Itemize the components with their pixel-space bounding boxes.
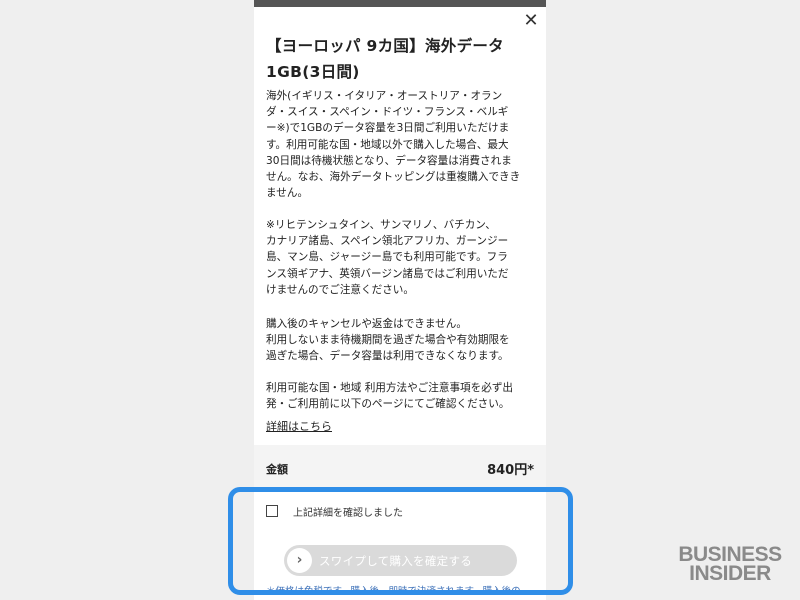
screen: ✕ 【ヨーロッパ 9カ国】海外データ 1GB(3日間) 海外(イギリス・イタリア… xyxy=(0,0,800,600)
highlight-annotation xyxy=(228,487,573,595)
logo-line-2: INSIDER xyxy=(689,562,771,585)
notice-text: 利用可能な国・地域 利用方法やご注意事項を必ず出 発・ご利用前に以下のページにて… xyxy=(266,382,514,411)
cancel-policy-text: 購入後のキャンセルや返金はできません。 利用しないまま待機期間を過ぎた場合や有効… xyxy=(266,318,510,363)
price-row: 金額 840円* xyxy=(254,445,546,490)
modal-title: 【ヨーロッパ 9カ国】海外データ 1GB(3日間) xyxy=(266,37,504,81)
details-link[interactable]: 詳細はこちら xyxy=(266,419,332,434)
price-value: 840円* xyxy=(487,463,534,478)
close-icon[interactable]: ✕ xyxy=(522,12,540,30)
business-insider-logo: BUSINESS INSIDER xyxy=(676,544,784,585)
description-text: 海外(イギリス・イタリア・オーストリア・オラン ダ・スイス・スペイン・ドイツ・フ… xyxy=(266,90,521,200)
price-label: 金額 xyxy=(266,463,288,476)
modal-top-bar xyxy=(254,0,546,7)
availability-note: ※リヒテンシュタイン、サンマリノ、バチカン、 カナリア諸島、スペイン領北アフリカ… xyxy=(266,219,509,296)
